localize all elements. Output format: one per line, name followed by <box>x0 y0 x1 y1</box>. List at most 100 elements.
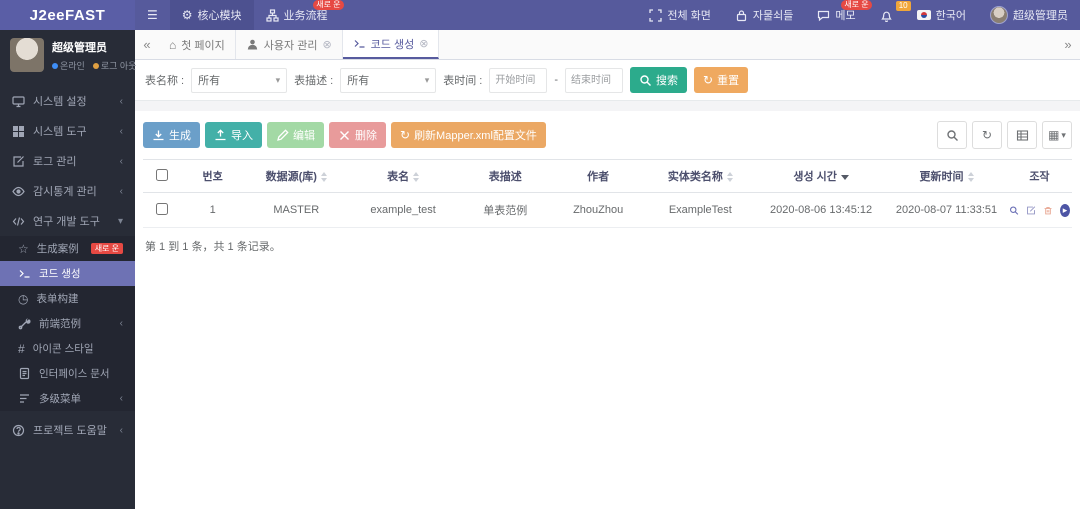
generate-button[interactable]: 生成 <box>143 122 200 148</box>
sidebar-item-multilevel-menu[interactable]: 多级菜单 ‹ <box>0 386 135 411</box>
star-icon: ☆ <box>18 241 29 256</box>
cell-table-name: example_test <box>347 192 459 228</box>
table-refresh-button[interactable]: ↻ <box>972 121 1002 149</box>
tabs-scroll-right-button[interactable]: » <box>1056 30 1080 59</box>
columns-dropdown-button[interactable]: ▦ ▾ <box>1042 121 1072 149</box>
sidebar-user-name: 超级管理员 <box>52 41 107 54</box>
start-time-input[interactable] <box>489 67 548 93</box>
sidebar-item-form-builder[interactable]: ◷ 表单构建 <box>0 286 135 311</box>
logout-link[interactable]: 로그 아웃 <box>92 59 136 72</box>
table-header-row: 번호 数据源(库) 表名 表描述 作者 实体类名称 생성 시간 更新时间 조작 <box>143 159 1072 193</box>
fullscreen-button[interactable]: 전체 화면 <box>637 0 723 30</box>
sort-icon[interactable] <box>320 172 327 183</box>
sort-icon[interactable] <box>413 172 420 183</box>
avatar[interactable] <box>10 38 44 72</box>
home-icon: ⌂ <box>169 37 177 52</box>
table-name-select[interactable]: 所有 ▾ <box>191 67 288 93</box>
sort-icon[interactable] <box>726 172 733 183</box>
main-content: « ⌂ 첫 페이지 사용자 관리 ⊗ 코드 생성 ⊗ » 表名称 : 所有 ▾ … <box>135 30 1080 509</box>
reset-button[interactable]: ↻ 重置 <box>694 67 749 93</box>
sidebar-item-dev-tools[interactable]: 연구 개발 도구 ▾ <box>0 206 135 236</box>
close-icon[interactable]: ⊗ <box>322 38 331 51</box>
caret-down-icon: ▾ <box>275 74 281 85</box>
list-icon <box>18 392 31 405</box>
table-desc-select[interactable]: 所有 ▾ <box>340 67 437 93</box>
search-button[interactable]: 搜索 <box>630 67 688 93</box>
code-gen-panel: 生成 导入 编辑 删除 ↻ 刷新Mapper.xml配置文件 ↻ ▦ ▾ 번호 … <box>135 111 1080 264</box>
sidebar-item-system-tools[interactable]: 시스템 도구 ‹ <box>0 116 135 146</box>
sidebar-item-code-generation[interactable]: 코드 생성 <box>0 261 135 286</box>
table-search-button[interactable] <box>937 121 967 149</box>
select-all-checkbox[interactable] <box>155 168 168 181</box>
sidebar-item-log-management[interactable]: 로그 관리 ‹ <box>0 146 135 176</box>
table-row: 1 MASTER example_test 单表范例 ZhouZhou Exam… <box>143 192 1072 228</box>
chevron-left-icon: ‹ <box>119 95 123 107</box>
app-logo: J2eeFAST <box>0 0 135 30</box>
edit-button[interactable]: 编辑 <box>267 122 324 148</box>
header-user-label: 超级管理员 <box>1013 10 1068 22</box>
tab-user-management[interactable]: 사용자 관리 ⊗ <box>236 30 343 59</box>
online-status: 온라인 <box>52 59 85 72</box>
range-separator: - <box>554 74 559 86</box>
row-checkbox[interactable] <box>155 202 168 215</box>
row-view-icon[interactable] <box>1009 204 1019 217</box>
cell-table-desc: 单表范例 <box>458 192 552 228</box>
nav-core-module[interactable]: ⚙ 核心模块 <box>169 0 254 30</box>
sidebar-toggle-button[interactable]: ☰ <box>135 0 170 30</box>
lock-icon <box>735 9 748 22</box>
sidebar-item-monitor-stats[interactable]: 감시통계 관리 ‹ <box>0 176 135 206</box>
close-icon[interactable]: ⊗ <box>419 37 428 50</box>
sidebar-item-project-help[interactable]: 프로젝트 도움말 ‹ <box>0 415 135 445</box>
tab-code-generation[interactable]: 코드 생성 ⊗ <box>342 30 440 59</box>
col-operations: 조작 <box>1006 159 1072 193</box>
monitor-icon <box>12 95 25 108</box>
notifications-button[interactable]: 10 <box>868 0 911 30</box>
sidebar-item-generate-case[interactable]: ☆ 生成案例 새로 운 <box>0 236 135 261</box>
col-author: 作者 <box>551 159 645 193</box>
download-icon <box>152 129 165 142</box>
cell-created: 2020-08-06 13:45:12 <box>756 192 887 228</box>
col-updated: 更新时间 <box>886 159 1007 193</box>
col-datasource: 数据源(库) <box>245 159 348 193</box>
sort-icon[interactable] <box>967 172 974 183</box>
new-badge: 새로 운 <box>313 0 344 10</box>
chevron-down-icon: ▾ <box>117 215 123 227</box>
chevron-left-icon: ‹ <box>119 424 123 436</box>
chevron-left-icon: ‹ <box>119 393 123 404</box>
cell-no: 1 <box>180 192 246 228</box>
row-edit-icon[interactable] <box>1026 204 1036 217</box>
col-created: 생성 시간 <box>756 159 887 193</box>
end-time-input[interactable] <box>565 67 624 93</box>
sidebar-item-interface-docs[interactable]: 인터페이스 문서 <box>0 361 135 386</box>
sort-desc-icon[interactable] <box>840 174 849 180</box>
sidebar-item-frontend-samples[interactable]: 前端范例 ‹ <box>0 311 135 336</box>
nav-core-module-label: 核心模块 <box>197 10 242 22</box>
cell-datasource: MASTER <box>245 192 348 228</box>
lock-screen-button[interactable]: 자물쇠들 <box>723 0 805 30</box>
user-menu-button[interactable]: 超级管理员 <box>978 0 1080 30</box>
fullscreen-icon <box>649 8 662 22</box>
memo-button[interactable]: 메모 새로 운 <box>805 0 872 30</box>
chevron-left-icon: ‹ <box>119 125 123 137</box>
tabs-scroll-left-button[interactable]: « <box>135 30 159 59</box>
refresh-mapper-button[interactable]: ↻ 刷新Mapper.xml配置文件 <box>391 122 546 148</box>
sidebar-item-system-settings[interactable]: 시스템 설정 ‹ <box>0 86 135 116</box>
top-header: J2eeFAST ☰ ⚙ 核心模块 业务流程 새로 운 전체 화면 자물쇠들 메… <box>0 0 1080 30</box>
tab-home[interactable]: ⌂ 첫 페이지 <box>159 30 236 59</box>
language-button[interactable]: 한국어 <box>905 0 978 30</box>
refresh-icon: ↻ <box>981 128 993 142</box>
delete-button[interactable]: 删除 <box>329 122 386 148</box>
table-toolbar: 生成 导入 编辑 删除 ↻ 刷新Mapper.xml配置文件 ↻ ▦ ▾ <box>143 121 1072 149</box>
refresh-icon: ↻ <box>400 128 411 142</box>
table-desc-label: 表描述 : <box>294 75 334 87</box>
cell-updated: 2020-08-07 11:33:51 <box>886 192 1007 228</box>
sidebar-item-icon-styles[interactable]: # 아이콘 스타일 <box>0 336 135 361</box>
row-delete-icon[interactable] <box>1043 204 1053 217</box>
chevron-left-icon: ‹ <box>119 155 123 167</box>
sidebar: 超级管理员 온라인 로그 아웃 시스템 설정 ‹ 시스템 도구 ‹ 로그 관리 … <box>0 30 136 509</box>
toggle-view-button[interactable] <box>1007 121 1037 149</box>
gear-icon: ⚙ <box>181 8 193 22</box>
import-button[interactable]: 导入 <box>205 122 262 148</box>
row-run-icon[interactable]: ▸ <box>1059 203 1071 217</box>
nav-business-flow[interactable]: 业务流程 새로 운 <box>254 0 344 30</box>
